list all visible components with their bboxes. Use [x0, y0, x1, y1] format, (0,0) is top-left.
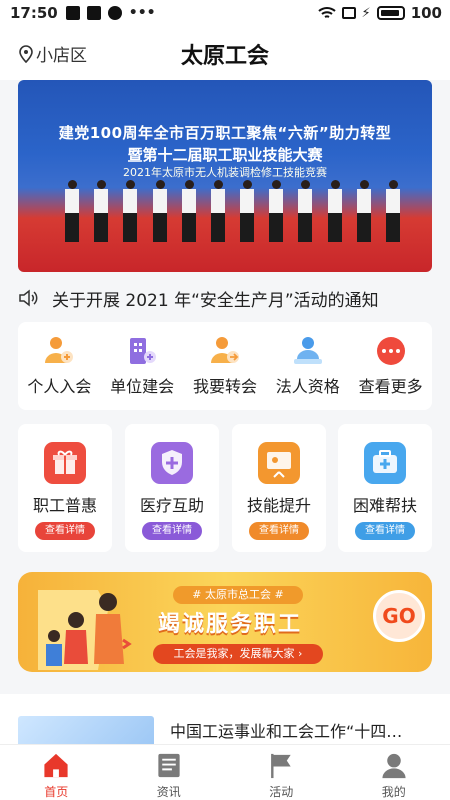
notification-icon — [65, 6, 80, 20]
quick-action-org[interactable]: 单位建会 — [103, 335, 181, 397]
quick-action-join[interactable]: 个人入会 — [20, 335, 98, 397]
gift-icon — [44, 442, 86, 484]
page-title: 太原工会 — [180, 44, 269, 69]
service-label: 职工普惠 — [32, 496, 97, 515]
screen-icon — [341, 7, 356, 19]
view-details-button[interactable]: 查看详情 — [355, 522, 415, 540]
battery-icon — [376, 6, 405, 20]
banner-line2: 暨第十二届职工职业技能大赛 — [127, 146, 323, 164]
bottom-tab-bar: 首页 资讯 活动 我的 — [0, 744, 450, 800]
tab-label: 我的 — [381, 785, 406, 799]
medical-shield-icon — [151, 442, 193, 484]
first-aid-kit-icon — [364, 442, 406, 484]
legal-person-icon — [291, 335, 325, 367]
service-card-medical[interactable]: 医疗互助 查看详情 — [125, 424, 219, 552]
service-label: 困难帮扶 — [352, 496, 417, 515]
quick-action-label: 个人入会 — [27, 377, 92, 396]
status-time: 17:50 — [10, 4, 58, 22]
quick-action-label: 法人资格 — [275, 377, 340, 396]
tab-profile[interactable]: 我的 — [338, 745, 450, 800]
notice-bar[interactable]: 关于开展 2021 年“安全生产月”活动的通知 — [18, 286, 432, 311]
tab-news[interactable]: 资讯 — [113, 745, 226, 800]
promo-subtitle: # 太原市总工会 # — [173, 586, 303, 604]
tab-label: 资讯 — [156, 785, 181, 799]
app-header: 小店区 太原工会 — [0, 26, 450, 80]
promo-tagline-text: 工会是我家，发展靠大家 — [173, 647, 295, 660]
quick-action-legal[interactable]: 法人资格 — [269, 335, 347, 397]
user-icon — [382, 753, 406, 779]
news-title: 中国工运事业和工会工作“十四… — [170, 722, 403, 741]
promo-title: 竭诚服务职工 — [158, 612, 303, 637]
service-label: 技能提升 — [246, 496, 311, 515]
service-card-benefits[interactable]: 职工普惠 查看详情 — [18, 424, 112, 552]
person-add-icon — [42, 335, 76, 367]
notice-text: 关于开展 2021 年“安全生产月”活动的通知 — [52, 290, 379, 311]
quick-action-transfer[interactable]: 我要转会 — [186, 335, 264, 397]
service-card-skills[interactable]: 技能提升 查看详情 — [232, 424, 326, 552]
wifi-icon — [317, 7, 336, 18]
view-details-button[interactable]: 查看详情 — [249, 522, 309, 540]
tab-label: 首页 — [44, 785, 69, 799]
banner-photo — [63, 178, 402, 242]
view-details-button[interactable]: 查看详情 — [142, 522, 202, 540]
promo-banner[interactable]: # 太原市总工会 # 竭诚服务职工 工会是我家，发展靠大家 › GO — [18, 572, 432, 672]
news-icon — [158, 753, 180, 778]
speaker-icon — [19, 289, 38, 307]
tab-home[interactable]: 首页 — [0, 745, 113, 800]
more-notifications-icon: ••• — [128, 5, 156, 21]
status-bar: 17:50 ••• ⚡ 100 — [0, 0, 450, 26]
service-card-assistance[interactable]: 困难帮扶 查看详情 — [338, 424, 432, 552]
promo-tagline[interactable]: 工会是我家，发展靠大家 › — [153, 644, 323, 664]
more-dots-icon — [374, 335, 408, 367]
family-illustration-icon — [38, 590, 132, 670]
quick-actions: 个人入会 单位建会 我要转会 法人资格 查看更多 — [18, 322, 432, 410]
banner-line1: 建党100周年全市百万职工聚焦“六新”助力转型 — [58, 124, 392, 142]
person-transfer-icon — [208, 335, 242, 367]
banner-carousel[interactable]: 建党100周年全市百万职工聚焦“六新”助力转型 暨第十二届职工职业技能大赛 20… — [18, 80, 432, 272]
news-item[interactable]: 中国工运事业和工会工作“十四… — [0, 694, 450, 744]
building-add-icon — [125, 335, 159, 367]
battery-level: 100 — [410, 4, 442, 22]
charging-icon: ⚡ — [361, 5, 371, 21]
quick-action-more[interactable]: 查看更多 — [352, 335, 430, 397]
training-board-icon — [258, 442, 300, 484]
go-button[interactable]: GO — [373, 590, 425, 642]
view-details-button[interactable]: 查看详情 — [35, 522, 95, 540]
quick-action-label: 单位建会 — [110, 377, 175, 396]
service-label: 医疗互助 — [139, 496, 204, 515]
tab-activities[interactable]: 活动 — [225, 745, 338, 800]
quick-action-label: 我要转会 — [192, 377, 257, 396]
quick-action-label: 查看更多 — [358, 377, 423, 396]
flag-icon — [271, 753, 291, 779]
home-icon — [44, 753, 68, 778]
news-thumbnail — [18, 716, 154, 744]
message-icon — [107, 6, 122, 20]
notification-icon — [86, 6, 101, 20]
tab-label: 活动 — [269, 785, 294, 799]
